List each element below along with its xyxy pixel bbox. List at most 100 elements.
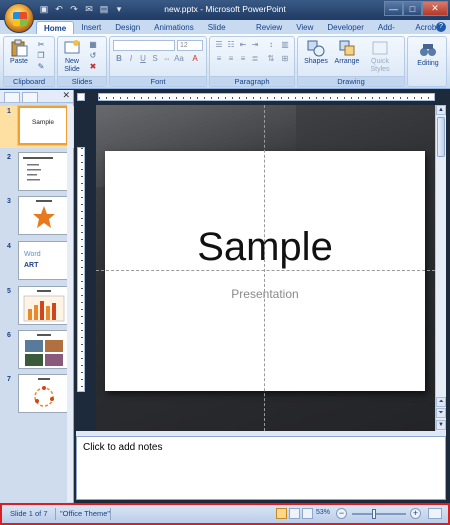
font-name-input[interactable] (113, 40, 175, 51)
numbering-button[interactable]: ☷ (226, 40, 236, 50)
delete-slide-icon[interactable]: ✖ (88, 62, 98, 71)
font-size-input[interactable]: 12 (177, 40, 203, 51)
next-slide-icon[interactable]: ⏷ (436, 408, 446, 418)
slide-thumbnail-row[interactable]: 5 (0, 286, 74, 328)
slide-thumbnail[interactable] (18, 286, 68, 325)
new-slide-button[interactable]: New Slide (60, 39, 84, 74)
zoom-level[interactable]: 53% (316, 509, 330, 516)
status-separator (110, 508, 111, 520)
slide-canvas[interactable]: Sample Presentation (96, 105, 435, 431)
bullets-button[interactable]: ☰ (214, 40, 224, 50)
slide-thumbnail[interactable] (18, 196, 68, 235)
slide-thumbnail-row[interactable]: 1 Sample (0, 106, 74, 148)
tab-add-ins[interactable]: Add-Ins (371, 21, 409, 45)
slide-thumbnail[interactable] (18, 330, 68, 369)
slide-thumbnail[interactable]: Word ART (18, 241, 68, 280)
slide-thumbnail-row[interactable]: 6 (0, 330, 74, 372)
paragraph-group: ☰ ☷ ⇤ ⇥ ↕ ▥ ≡ ≡ ≡ ≣ ⇅ ⊞ Paragraph (209, 36, 295, 87)
align-left-button[interactable]: ≡ (214, 54, 224, 64)
tab-insert[interactable]: Insert (74, 21, 108, 34)
close-pane-icon[interactable]: ✕ (62, 90, 70, 101)
tab-review[interactable]: Review (249, 21, 289, 34)
notes-placeholder[interactable]: Click to add notes (83, 442, 163, 453)
font-color-button[interactable]: A (190, 54, 200, 64)
ruler-corner (77, 93, 85, 101)
underline-button[interactable]: U (138, 54, 148, 64)
tab-home[interactable]: Home (36, 21, 75, 34)
cut-icon[interactable]: ✂ (36, 40, 46, 49)
clipboard-group-label: Clipboard (4, 76, 54, 86)
slide-thumbnail-row[interactable]: 2 (0, 152, 74, 194)
reset-icon[interactable]: ↺ (88, 51, 98, 60)
zoom-in-icon[interactable]: + (410, 508, 421, 519)
quick-styles-button[interactable]: Quick Styles (364, 39, 396, 74)
increase-indent-button[interactable]: ⇥ (250, 40, 260, 50)
slide-subtitle[interactable]: Presentation (105, 287, 425, 301)
slide-thumbnail[interactable] (18, 374, 68, 413)
horizontal-guide[interactable] (96, 270, 435, 271)
previous-slide-icon[interactable]: ⏶ (436, 397, 446, 407)
scroll-thumb[interactable] (437, 117, 445, 157)
slide-show-view-button[interactable] (302, 508, 313, 519)
scroll-down-icon[interactable]: ▼ (436, 420, 446, 430)
paste-button[interactable]: Paste (7, 39, 31, 66)
decrease-indent-button[interactable]: ⇤ (238, 40, 248, 50)
slide-thumbnail-row[interactable]: 3 (0, 196, 74, 238)
editing-label: Editing (417, 60, 439, 67)
justify-button[interactable]: ≣ (250, 54, 260, 64)
italic-button[interactable]: I (126, 54, 136, 64)
fit-to-window-icon[interactable] (428, 508, 442, 519)
columns-button[interactable]: ▥ (280, 40, 290, 50)
tab-design[interactable]: Design (108, 21, 147, 34)
scroll-up-icon[interactable]: ▲ (436, 105, 446, 115)
close-button[interactable]: ✕ (422, 1, 448, 16)
maximize-button[interactable]: □ (403, 1, 422, 16)
text-direction-button[interactable]: ⇅ (266, 54, 276, 64)
char-spacing-button[interactable]: ⇔ (162, 54, 172, 64)
line-spacing-button[interactable]: ↕ (266, 40, 276, 50)
align-center-button[interactable]: ≡ (226, 54, 236, 64)
slide-thumbnail-row[interactable]: 7 (0, 374, 74, 416)
slide[interactable]: Sample Presentation (105, 151, 425, 391)
slide-thumbnail[interactable] (18, 152, 68, 191)
vertical-ruler[interactable] (77, 147, 85, 392)
format-painter-icon[interactable]: ✎ (36, 62, 46, 71)
pane-tabs: ✕ (0, 90, 73, 103)
help-icon[interactable]: ? (436, 22, 446, 32)
horizontal-ruler[interactable] (98, 93, 435, 101)
vertical-scrollbar[interactable]: ▲ ⏶ ⏷ ▼ (435, 105, 446, 431)
slide-sorter-view-button[interactable] (289, 508, 300, 519)
tab-animations[interactable]: Animations (147, 21, 201, 34)
tab-developer[interactable]: Developer (320, 21, 370, 34)
slide-title[interactable]: Sample (105, 225, 425, 270)
notes-pane[interactable]: Click to add notes (76, 436, 446, 500)
title-bar: ▣ ↶ ↷ ✉ ▤ ▾ new.pptx - Microsoft PowerPo… (0, 0, 450, 33)
outline-tab[interactable] (22, 92, 38, 102)
tab-slide-show[interactable]: Slide Show (201, 21, 249, 45)
slide-thumbnail[interactable]: Sample (18, 106, 68, 145)
layout-icon[interactable]: ▦ (88, 40, 98, 49)
thumbnails-scrollbar[interactable] (67, 104, 73, 502)
smartart-button[interactable]: ⊞ (280, 54, 290, 64)
shapes-button[interactable]: Shapes (302, 39, 330, 66)
bold-button[interactable]: B (114, 54, 124, 64)
zoom-slider-thumb[interactable] (372, 509, 376, 519)
zoom-out-icon[interactable]: − (336, 508, 347, 519)
arrange-button[interactable]: Arrange (330, 39, 364, 66)
paste-label: Paste (10, 58, 28, 65)
copy-icon[interactable]: ❐ (36, 51, 46, 60)
minimize-button[interactable]: — (384, 1, 403, 16)
strikethrough-button[interactable]: S (150, 54, 160, 64)
slide-thumbnail-row[interactable]: 4 Word ART (0, 241, 74, 283)
diagram-slide-preview (34, 378, 54, 407)
office-button[interactable] (4, 3, 34, 33)
slides-tab[interactable] (4, 92, 20, 102)
theme-name: "Office Theme" (60, 509, 111, 518)
tab-view[interactable]: View (289, 21, 320, 34)
editing-button[interactable]: Editing (414, 41, 442, 68)
vertical-guide[interactable] (264, 105, 265, 431)
change-case-button[interactable]: Aa (174, 54, 184, 64)
zoom-slider[interactable] (352, 513, 406, 515)
normal-view-button[interactable] (276, 508, 287, 519)
align-right-button[interactable]: ≡ (238, 54, 248, 64)
